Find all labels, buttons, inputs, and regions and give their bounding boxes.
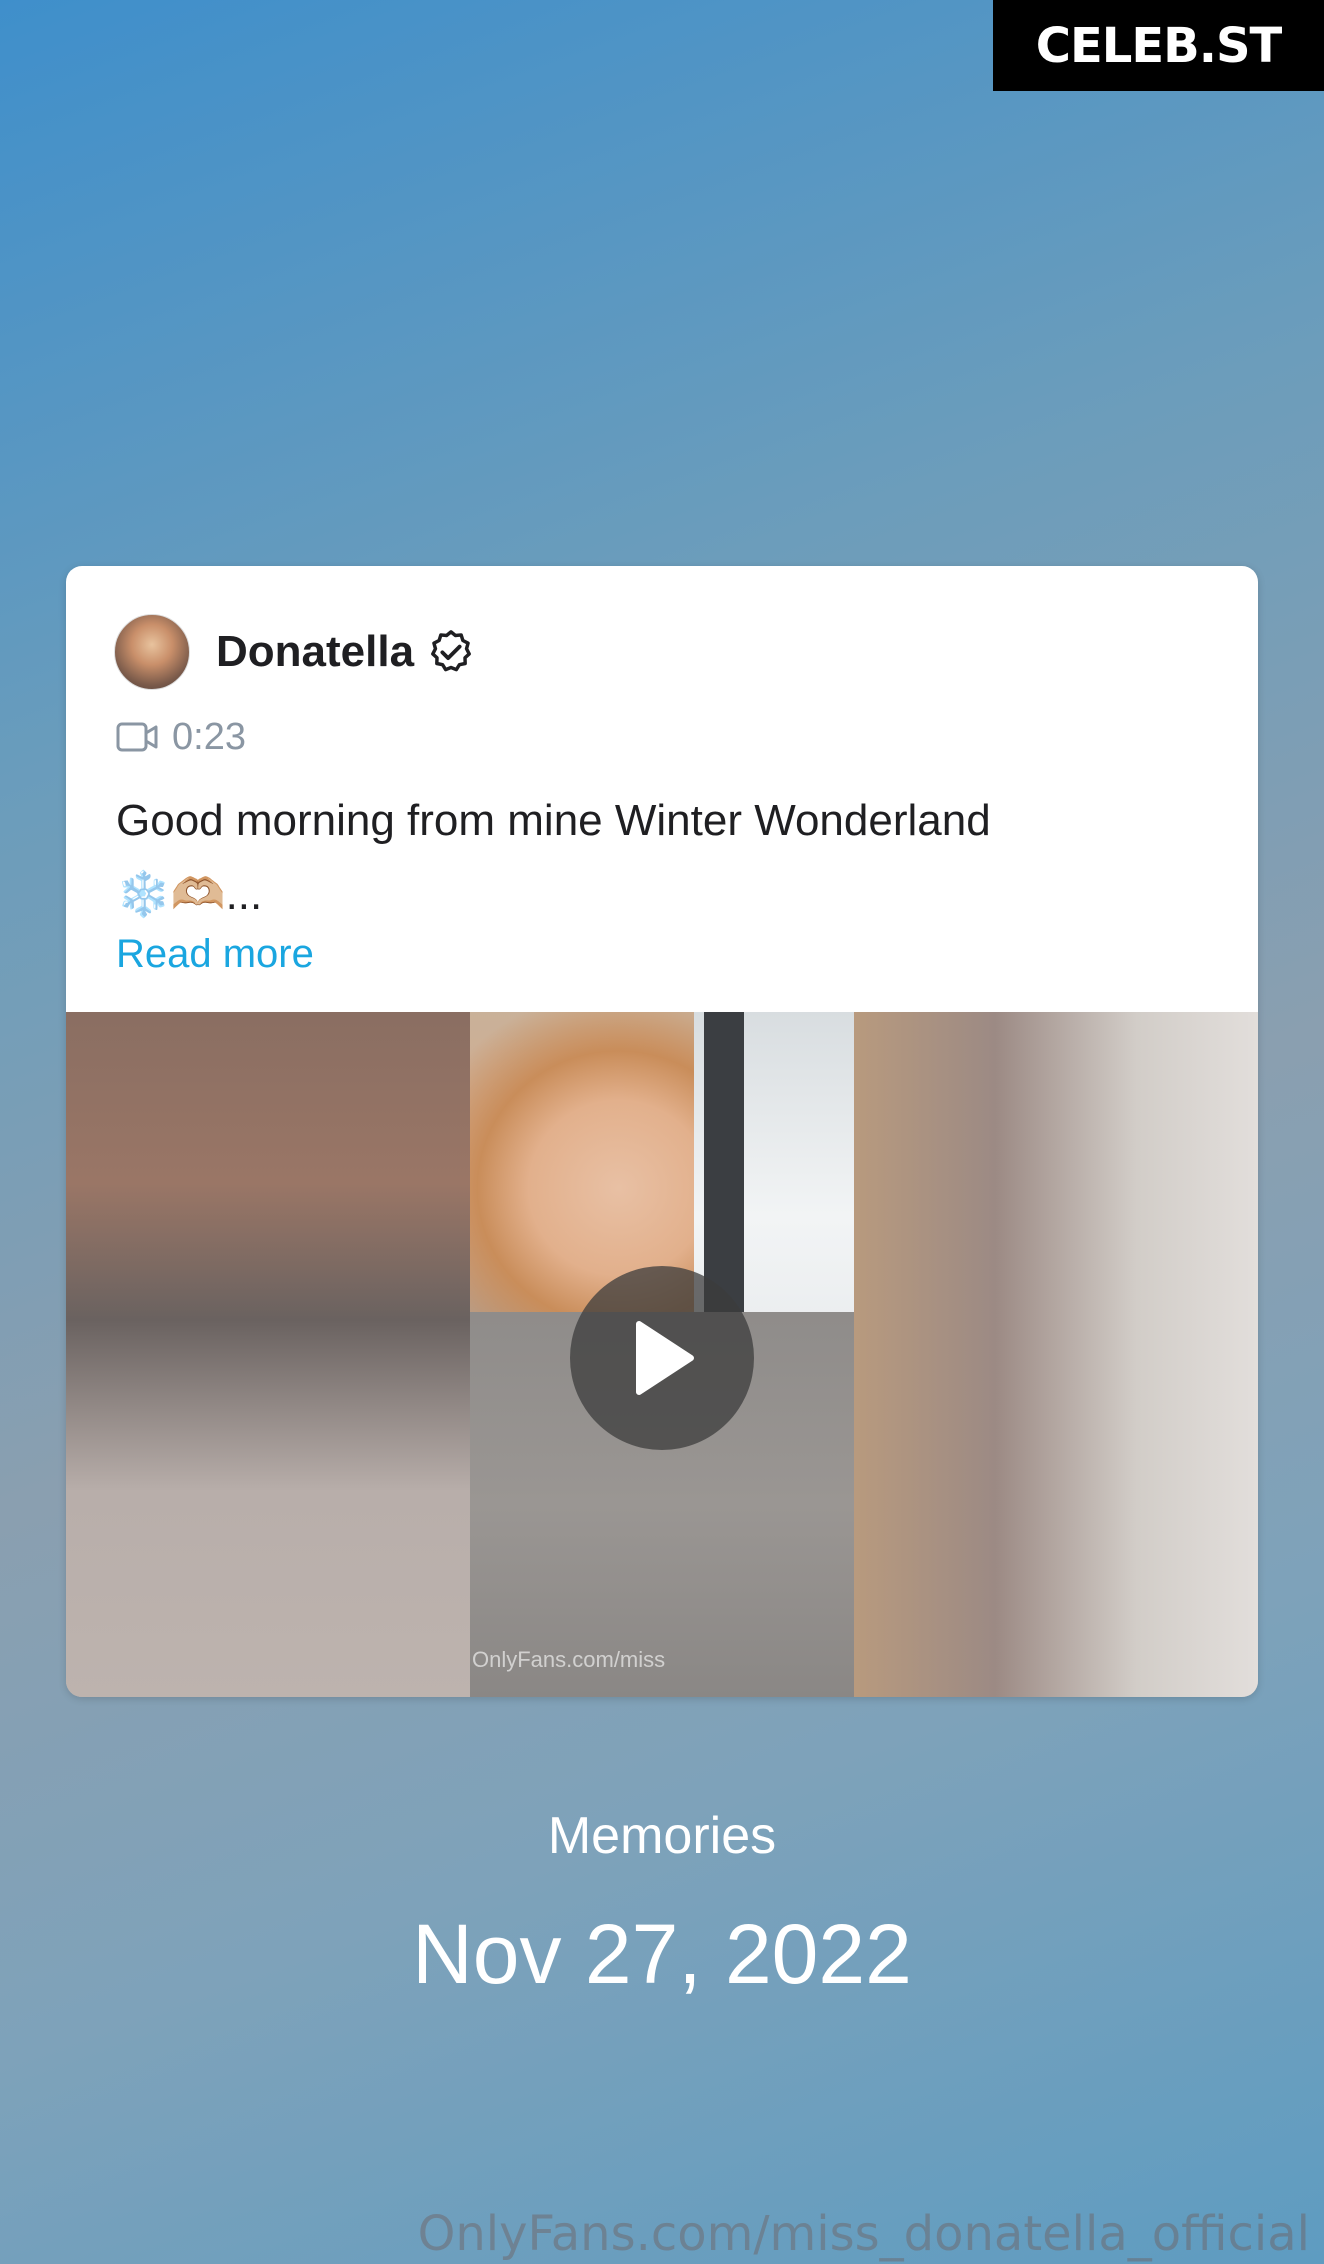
read-more-link[interactable]: Read more [116,932,314,977]
video-camera-icon [116,722,158,752]
memories-date: Nov 27, 2022 [412,1907,912,2001]
play-icon [636,1321,694,1395]
duration-row: 0:23 [116,712,246,762]
memories-label: Memories [547,1807,777,1865]
author-name[interactable]: Donatella [216,627,414,677]
post-text: Good morning from mine Winter Wonderland… [116,784,1206,932]
play-button[interactable] [570,1266,754,1450]
post-header: Donatella [114,614,474,690]
post-text-line2: ❄️🫶🏼... [116,870,263,919]
verified-badge-icon [431,630,471,672]
badge-text: CELEB.ST [1035,17,1283,74]
celeb-st-badge: CELEB.ST [993,0,1324,91]
media-blur-right [854,1012,1258,1697]
post-media[interactable]: OnlyFans.com/miss [66,1012,1258,1697]
footer-watermark: OnlyFans.com/miss_donatella_official [417,2206,1310,2262]
post-card[interactable]: Donatella 0:23 Good morning from mine Wi… [66,566,1258,1697]
post-text-line1: Good morning from mine Winter Wonderland [116,796,991,845]
avatar[interactable] [114,614,190,690]
media-blur-left [66,1012,470,1697]
media-caption: OnlyFans.com/miss [472,1647,666,1672]
video-duration: 0:23 [172,715,246,758]
